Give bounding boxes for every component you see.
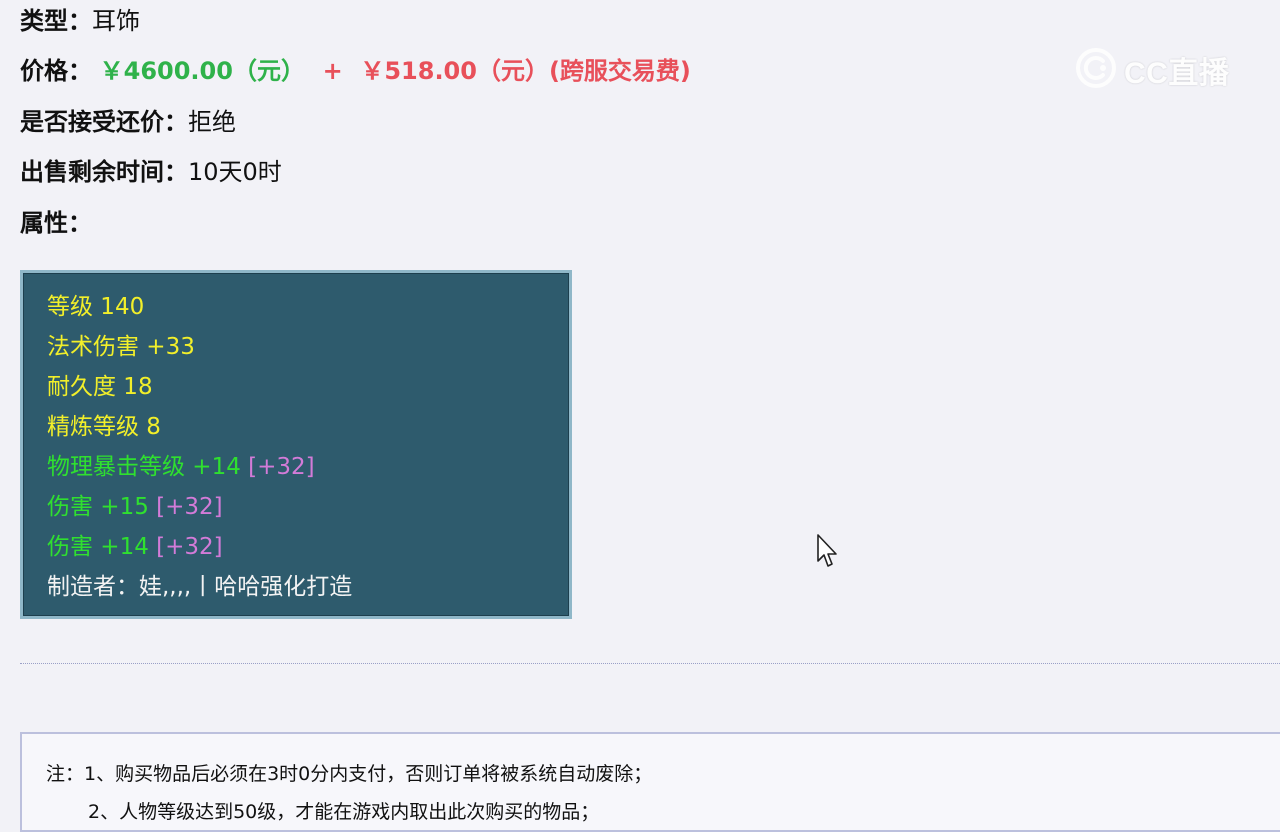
section-divider <box>20 663 1280 664</box>
attr-damage-2-text: 伤害 +14 <box>47 534 149 560</box>
attributes-panel: 等级 140 法术伤害 +33 耐久度 18 精炼等级 8 物理暴击等级 +14… <box>20 270 572 619</box>
watermark-text: CC直播 <box>1124 57 1230 90</box>
attr-damage-1-text: 伤害 +15 <box>47 494 149 520</box>
attributes-label: 属性： <box>20 209 92 237</box>
item-price-plus: + <box>322 57 343 85</box>
attr-level: 等级 140 <box>47 294 145 320</box>
attr-magic-damage: 法术伤害 +33 <box>47 334 195 360</box>
item-price-row: 价格： ￥4600.00（元） + ￥518.00（元）(跨服交易费) <box>20 56 691 86</box>
purchase-notes-panel: 注：1、购买物品后必须在3时0分内支付，否则订单将被系统自动废除； 2、人物等级… <box>20 732 1280 832</box>
sale-time-row: 出售剩余时间：10天0时 <box>20 157 282 187</box>
attr-durability: 耐久度 18 <box>47 374 153 400</box>
attr-damage-2: 伤害 +14 [+32] <box>47 533 223 561</box>
attr-damage-1-bonus: [+32] <box>156 494 223 520</box>
cc-live-watermark: CC直播 <box>1072 46 1229 94</box>
attr-crit-level-bonus: [+32] <box>248 454 315 480</box>
sale-time-value: 10天0时 <box>188 158 282 186</box>
item-price-label: 价格： <box>20 57 92 85</box>
bargain-row: 是否接受还价：拒绝 <box>20 107 236 137</box>
item-type-row: 类型：耳饰 <box>20 6 140 36</box>
attr-damage-1: 伤害 +15 [+32] <box>47 493 223 521</box>
purchase-note-2: 2、人物等级达到50级，才能在游戏内取出此次购买的物品； <box>88 801 600 823</box>
item-price-fee: ￥518.00（元）(跨服交易费) <box>360 57 691 85</box>
cc-logo-icon <box>1072 46 1120 94</box>
attr-crit-level-text: 物理暴击等级 +14 <box>47 454 241 480</box>
item-type-value: 耳饰 <box>92 7 140 35</box>
item-price-main: ￥4600.00（元） <box>99 57 305 85</box>
purchase-note-1: 注：1、购买物品后必须在3时0分内支付，否则订单将被系统自动废除； <box>46 763 653 785</box>
bargain-value: 拒绝 <box>188 108 236 136</box>
bargain-label: 是否接受还价： <box>20 108 188 136</box>
sale-time-label: 出售剩余时间： <box>20 158 188 186</box>
attributes-heading-row: 属性： <box>20 208 92 238</box>
item-type-label: 类型： <box>20 7 92 35</box>
attr-refine-level: 精炼等级 8 <box>47 414 161 440</box>
attr-crit-level: 物理暴击等级 +14 [+32] <box>47 453 315 481</box>
mouse-cursor-icon <box>816 533 840 569</box>
attr-damage-2-bonus: [+32] <box>156 534 223 560</box>
attr-maker: 制造者：娃,,,,丨哈哈强化打造 <box>47 574 353 600</box>
